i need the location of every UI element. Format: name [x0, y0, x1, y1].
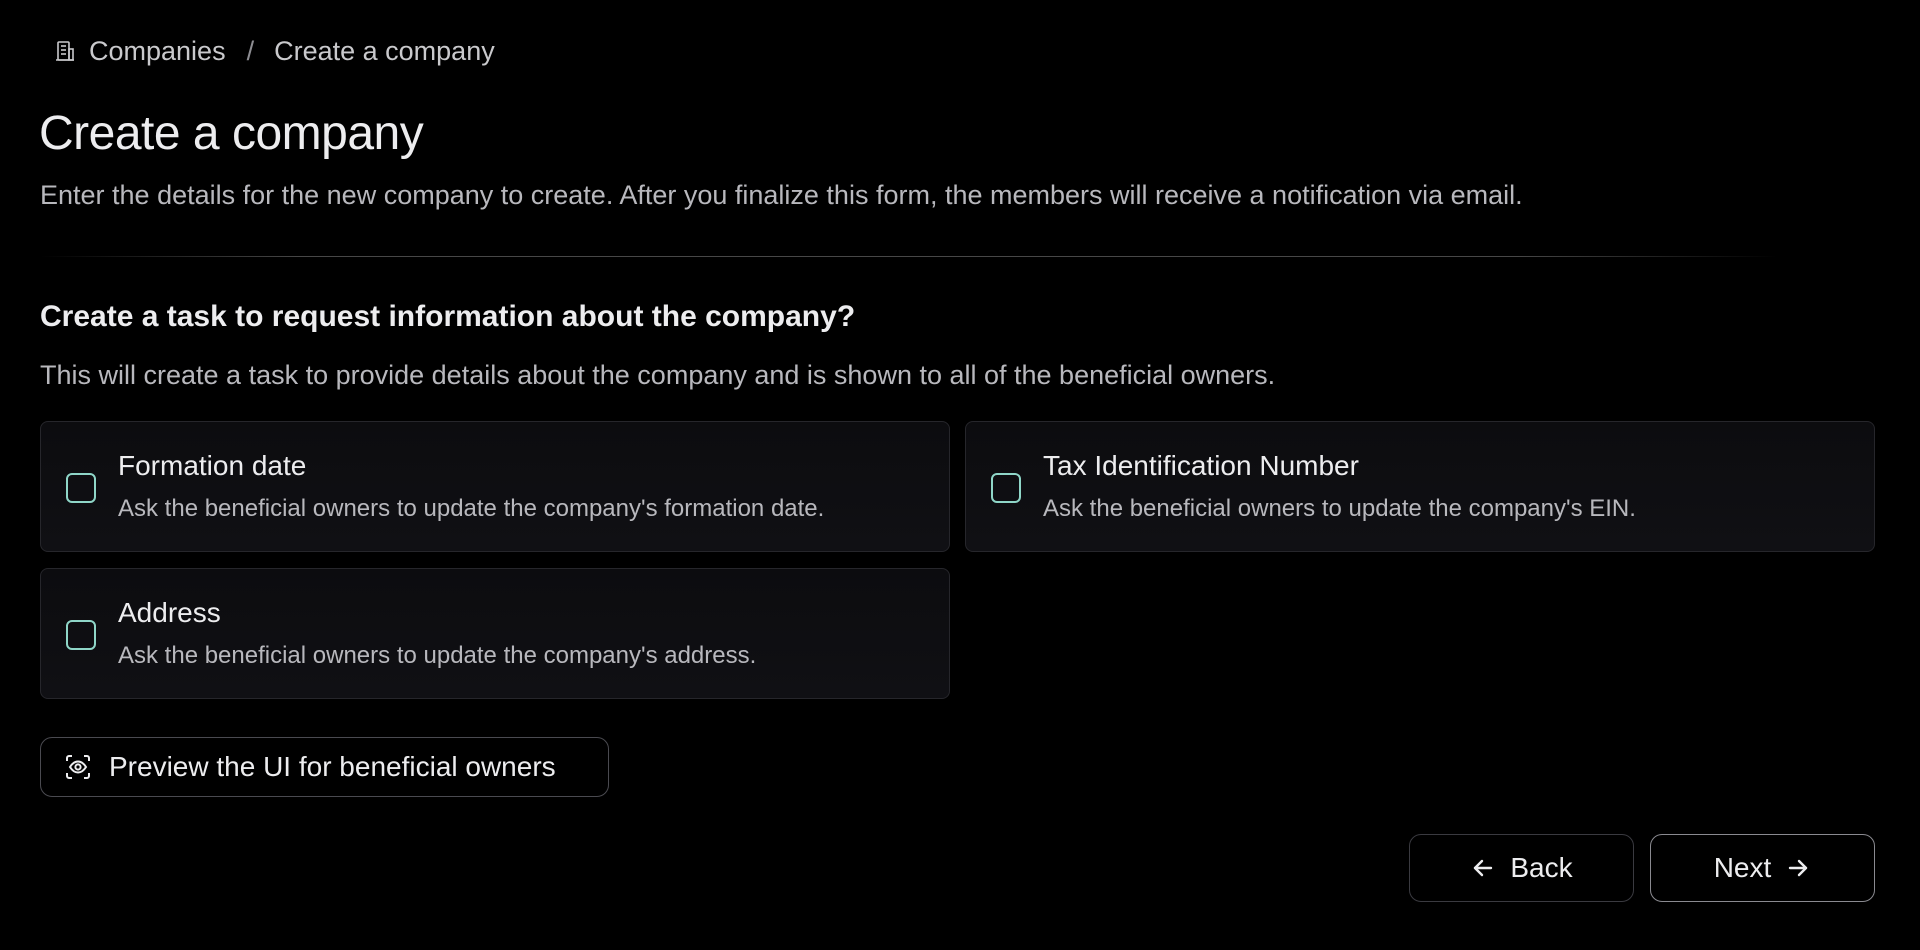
- section-divider: [40, 256, 1778, 257]
- address-checkbox[interactable]: [66, 620, 96, 650]
- option-title: Address: [118, 597, 221, 628]
- option-title: Formation date: [118, 450, 307, 481]
- page-description: Enter the details for the new company to…: [40, 180, 1523, 210]
- building-icon: [53, 39, 77, 63]
- option-description: Ask the beneficial owners to update the …: [1043, 495, 1636, 522]
- tax-id-checkbox[interactable]: [991, 473, 1021, 503]
- create-company-page: Companies / Create a company Create a co…: [0, 0, 1920, 950]
- task-section-description: This will create a task to provide detai…: [40, 360, 1276, 390]
- formation-date-checkbox[interactable]: [66, 473, 96, 503]
- breadcrumb: Companies / Create a company: [53, 34, 495, 68]
- option-card-formation-date[interactable]: Formation date Ask the beneficial owners…: [40, 421, 950, 552]
- back-button[interactable]: Back: [1409, 834, 1634, 902]
- next-button-label: Next: [1713, 852, 1772, 883]
- option-description: Ask the beneficial owners to update the …: [118, 642, 757, 669]
- page-title: Create a company: [39, 107, 424, 160]
- eye-icon: [63, 752, 93, 782]
- back-button-label: Back: [1510, 852, 1573, 883]
- task-section-title: Create a task to request information abo…: [40, 300, 856, 333]
- next-button[interactable]: Next: [1650, 834, 1875, 902]
- option-card-address[interactable]: Address Ask the beneficial owners to upd…: [40, 568, 950, 699]
- option-card-tax-id[interactable]: Tax Identification Number Ask the benefi…: [965, 421, 1875, 552]
- breadcrumb-separator: /: [246, 35, 255, 66]
- preview-button-label: Preview the UI for beneficial owners: [109, 751, 556, 782]
- breadcrumb-current: Create a company: [274, 35, 495, 66]
- preview-ui-button[interactable]: Preview the UI for beneficial owners: [40, 737, 609, 797]
- arrow-right-icon: [1785, 855, 1811, 881]
- breadcrumb-companies-link[interactable]: Companies: [89, 36, 226, 67]
- option-description: Ask the beneficial owners to update the …: [118, 495, 825, 522]
- arrow-left-icon: [1470, 855, 1496, 881]
- option-title: Tax Identification Number: [1043, 450, 1359, 481]
